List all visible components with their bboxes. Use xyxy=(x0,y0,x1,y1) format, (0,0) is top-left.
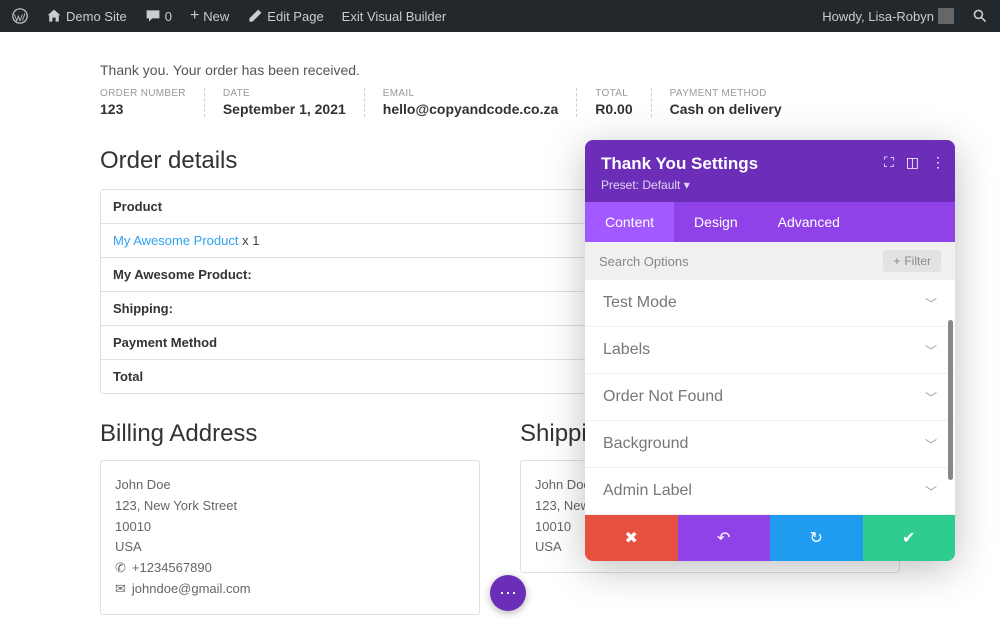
tab-content[interactable]: Content xyxy=(585,202,674,242)
panel-tabs: Content Design Advanced xyxy=(585,202,955,242)
product-link[interactable]: My Awesome Product xyxy=(113,233,238,248)
order-date: September 1, 2021 xyxy=(223,101,346,117)
site-name[interactable]: Demo Site xyxy=(40,8,133,24)
order-total: R0.00 xyxy=(595,101,632,117)
edit-page[interactable]: Edit Page xyxy=(241,8,329,24)
chevron-down-icon: ﹀ xyxy=(925,389,937,406)
opt-admin-label[interactable]: Admin Label﹀ xyxy=(585,468,955,515)
chevron-down-icon: ﹀ xyxy=(925,295,937,312)
chevron-down-icon: ﹀ xyxy=(925,436,937,453)
tab-advanced[interactable]: Advanced xyxy=(758,202,860,242)
billing-heading: Billing Address xyxy=(100,420,480,448)
comments[interactable]: 0 xyxy=(139,8,178,24)
chevron-down-icon: ﹀ xyxy=(925,483,937,500)
payment-method: Cash on delivery xyxy=(670,101,782,117)
search-input[interactable]: Search Options xyxy=(599,254,883,269)
save-button[interactable]: ✔ xyxy=(863,515,956,561)
filter-button[interactable]: +Filter xyxy=(883,250,941,272)
billing-card: John Doe 123, New York Street 10010 USA … xyxy=(100,460,480,615)
opt-test-mode[interactable]: Test Mode﹀ xyxy=(585,280,955,327)
phone-icon: ✆ xyxy=(115,558,126,579)
preset-dropdown[interactable]: Preset: Default ▾ xyxy=(601,178,939,192)
tab-design[interactable]: Design xyxy=(674,202,758,242)
new-content[interactable]: +New xyxy=(184,7,235,25)
avatar xyxy=(938,8,954,24)
opt-labels[interactable]: Labels﹀ xyxy=(585,327,955,374)
order-email: hello@copyandcode.co.za xyxy=(383,101,558,117)
wp-logo[interactable] xyxy=(6,8,34,24)
order-meta: ORDER NUMBER123 DATESeptember 1, 2021 EM… xyxy=(100,88,900,117)
cancel-button[interactable]: ✖ xyxy=(585,515,678,561)
undo-button[interactable]: ↶ xyxy=(678,515,771,561)
plus-icon: + xyxy=(893,254,900,268)
settings-panel: Thank You Settings Preset: Default ▾ ⛶ ◫… xyxy=(585,140,955,561)
exit-visual-builder[interactable]: Exit Visual Builder xyxy=(336,9,453,24)
fab-more[interactable]: ⋯ xyxy=(490,575,526,611)
wp-adminbar: Demo Site 0 +New Edit Page Exit Visual B… xyxy=(0,0,1000,32)
email-icon: ✉ xyxy=(115,579,126,600)
greeting[interactable]: Howdy, Lisa-Robyn xyxy=(816,8,960,24)
snap-icon[interactable]: ◫ xyxy=(906,154,919,171)
opt-order-not-found[interactable]: Order Not Found﹀ xyxy=(585,374,955,421)
expand-icon[interactable]: ⛶ xyxy=(884,154,894,171)
thank-you-message: Thank you. Your order has been received. xyxy=(100,62,900,78)
redo-button[interactable]: ↻ xyxy=(770,515,863,561)
scrollbar[interactable] xyxy=(948,320,953,480)
search-icon[interactable] xyxy=(966,8,994,24)
opt-background[interactable]: Background﹀ xyxy=(585,421,955,468)
more-icon[interactable]: ⋮ xyxy=(931,154,945,171)
order-number: 123 xyxy=(100,101,186,117)
chevron-down-icon: ﹀ xyxy=(925,342,937,359)
